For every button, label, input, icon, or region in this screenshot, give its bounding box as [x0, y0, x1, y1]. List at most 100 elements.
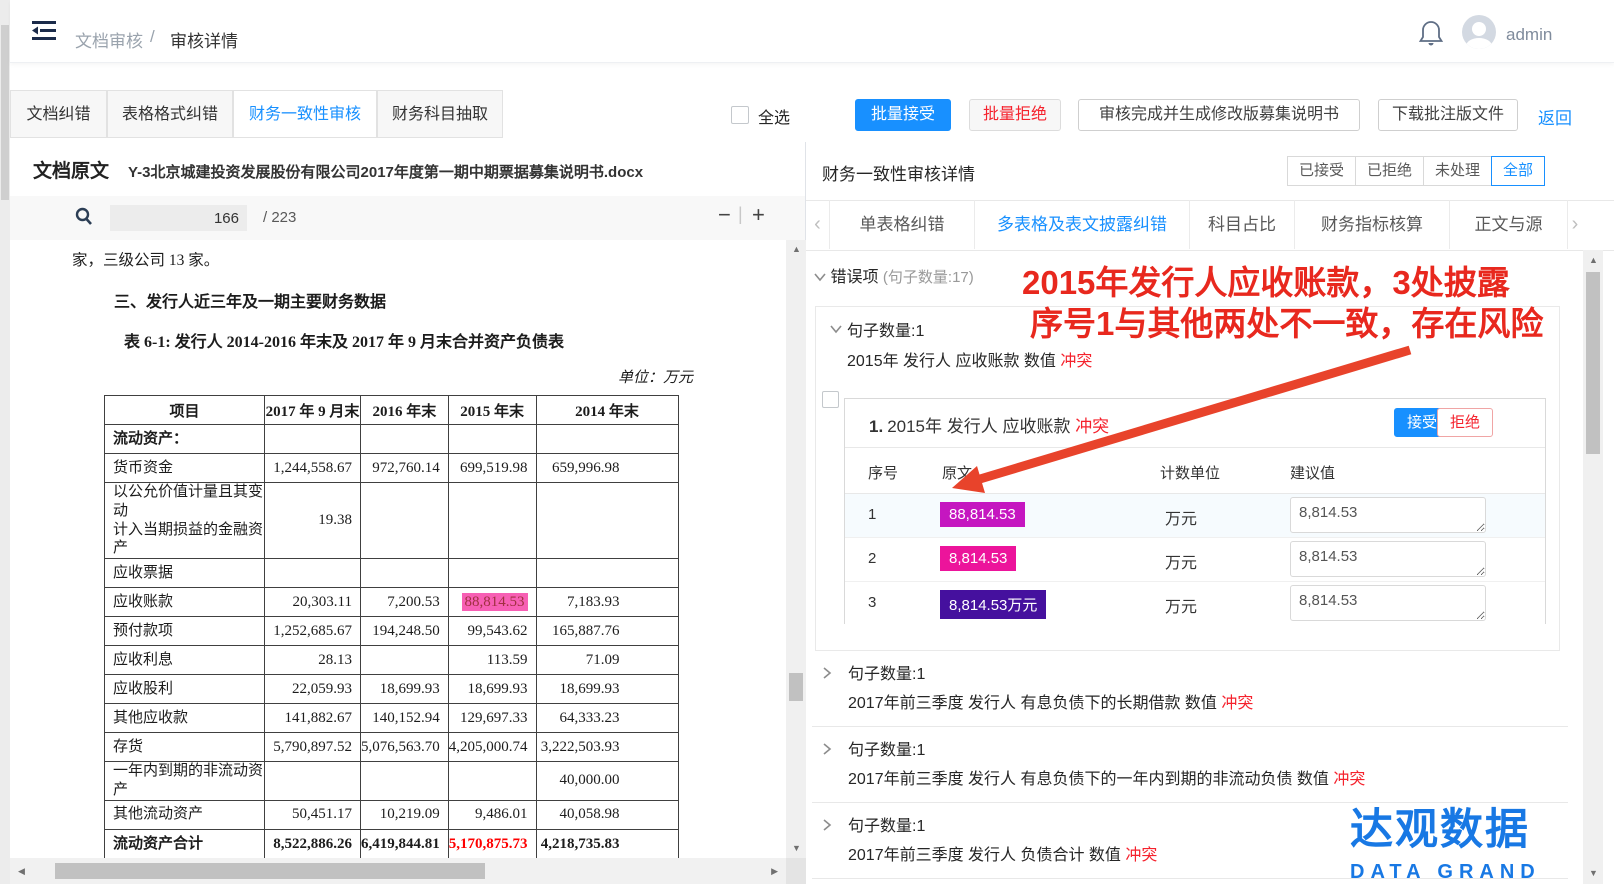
- doc-row-value: 7,183.93: [536, 588, 678, 617]
- suggestion-textarea[interactable]: 8,814.53: [1290, 585, 1486, 621]
- doc-row-value: 50,451.17: [265, 800, 361, 829]
- expanded-error-group: 句子数量:1 2015年 发行人 应收账款 数值 冲突 1.2015年 发行人 …: [815, 306, 1560, 651]
- error-group-row[interactable]: 错误项 (句子数量:17): [814, 263, 974, 287]
- row-seq: 3: [868, 594, 876, 611]
- conflict-detail-card: 1.2015年 发行人 应收账款 冲突 接受 拒绝 序号 原文 计数单位 建议值…: [844, 398, 1546, 624]
- suggestion-textarea[interactable]: 8,814.53: [1290, 497, 1486, 533]
- batch-reject-button[interactable]: 批量拒绝: [969, 99, 1061, 131]
- scroll-right-icon[interactable]: ▶: [771, 867, 778, 876]
- chevron-down-icon[interactable]: [830, 321, 842, 339]
- doc-row-value: 3,222,503.93: [536, 733, 678, 762]
- doc-row-value: 40,058.98: [536, 800, 678, 829]
- tabs-next-icon[interactable]: ›: [1568, 200, 1582, 249]
- doc-row-value: [536, 483, 678, 559]
- document-scrollbar-thumb[interactable]: [789, 673, 803, 701]
- scroll-down-icon[interactable]: ▼: [1589, 869, 1598, 878]
- filter-button-3[interactable]: 全部: [1491, 156, 1545, 186]
- chevron-right-icon[interactable]: [822, 666, 832, 684]
- collapsed-error-item-0[interactable]: 句子数量:12017年前三季度 发行人 有息负债下的长期借款 数值 冲突: [812, 651, 1568, 727]
- module-tab-0[interactable]: 文档纠错: [10, 90, 107, 138]
- zoom-divider: |: [738, 204, 743, 225]
- doc-row-label: 流动资产：: [105, 425, 265, 454]
- doc-table-row: 流动资产：: [105, 425, 679, 454]
- user-avatar[interactable]: [1462, 15, 1496, 49]
- collapsed-error-item-1[interactable]: 句子数量:12017年前三季度 发行人 有息负债下的一年内到期的非流动负债 数值…: [812, 727, 1568, 803]
- sentence-count-label[interactable]: 句子数量:1: [847, 317, 924, 341]
- review-tab-bar: ‹单表格纠错多表格及表文披露纠错科目占比财务指标核算正文与源›: [806, 200, 1614, 251]
- review-tab-0[interactable]: 单表格纠错: [830, 200, 975, 249]
- doc-row-value: 5,076,563.70: [361, 733, 449, 762]
- scrollbar-corner: [786, 858, 806, 884]
- balance-sheet-table: 项目2017 年 9 月末2016 年末2015 年末2014 年末流动资产：货…: [104, 395, 679, 858]
- module-tab-2[interactable]: 财务一致性审核: [233, 90, 377, 138]
- doc-row-value: 165,887.76: [536, 617, 678, 646]
- filter-button-0[interactable]: 已接受: [1287, 156, 1356, 186]
- doc-row-label: 以公允价值计量且其变动 计入当期损益的金融资产: [105, 483, 265, 559]
- collapse-menu-icon[interactable]: [30, 20, 58, 42]
- review-panel: 财务一致性审核详情 已接受已拒绝未处理全部 ‹单表格纠错多表格及表文披露纠错科目…: [806, 142, 1614, 884]
- review-tab-4[interactable]: 正文与源: [1450, 200, 1568, 249]
- original-value-chip[interactable]: 8,814.53万元: [940, 590, 1046, 619]
- user-name[interactable]: admin: [1506, 25, 1552, 45]
- document-hscrollbar-thumb[interactable]: [55, 863, 485, 879]
- sentence-count-label: 句子数量:1: [848, 660, 925, 684]
- error-group-label: 错误项: [830, 269, 878, 286]
- chevron-right-icon[interactable]: [822, 818, 832, 836]
- zoom-out-button[interactable]: −: [718, 202, 731, 228]
- filter-button-1[interactable]: 已拒绝: [1355, 156, 1424, 186]
- doc-row-value: 8,522,886.26: [265, 829, 361, 858]
- page-total-label: / 223: [263, 209, 296, 226]
- doc-row-label: 应收利息: [105, 646, 265, 675]
- original-value-chip[interactable]: 88,814.53: [940, 502, 1025, 527]
- scroll-down-icon[interactable]: ▼: [792, 844, 801, 853]
- document-vertical-scrollbar[interactable]: ▲ ▼: [786, 240, 806, 858]
- select-all-checkbox[interactable]: [731, 106, 749, 124]
- error-item-checkbox[interactable]: [822, 391, 839, 408]
- reject-button[interactable]: 拒绝: [1437, 408, 1493, 437]
- download-annotated-button[interactable]: 下载批注版文件: [1378, 99, 1518, 131]
- doc-row-value: 659,996.98: [536, 454, 678, 483]
- doc-row-value: [361, 425, 449, 454]
- breadcrumb-parent[interactable]: 文档审核: [75, 27, 143, 52]
- scroll-left-icon[interactable]: ◀: [18, 867, 25, 876]
- scroll-up-icon[interactable]: ▲: [792, 245, 801, 254]
- left-edge-scrollbar-thumb[interactable]: [1, 25, 9, 200]
- doc-row-value: [448, 483, 536, 559]
- batch-accept-button[interactable]: 批量接受: [855, 99, 951, 131]
- conflict-row-2: 28,814.53万元8,814.53: [845, 538, 1545, 582]
- review-tab-2[interactable]: 科目占比: [1190, 200, 1295, 249]
- highlighted-conflict-value[interactable]: 88,814.53: [462, 593, 528, 611]
- left-edge-scrollbar[interactable]: [0, 0, 10, 884]
- unit-label: 万元: [1165, 505, 1197, 529]
- doc-table-row: 应收股利22,059.9318,699.9318,699.9318,699.93: [105, 675, 679, 704]
- document-page[interactable]: 家，三级公司 13 家。 三、发行人近三年及一期主要财务数据 表 6-1: 发行…: [10, 240, 786, 858]
- search-icon[interactable]: [74, 206, 94, 233]
- page-number-input[interactable]: [110, 205, 247, 231]
- doc-row-value: 71.09: [536, 646, 678, 675]
- review-tab-1[interactable]: 多表格及表文披露纠错: [975, 200, 1190, 249]
- module-tab-3[interactable]: 财务科目抽取: [377, 90, 503, 138]
- chevron-right-icon[interactable]: [822, 742, 832, 760]
- doc-row-value: [448, 425, 536, 454]
- zoom-in-button[interactable]: +: [752, 202, 765, 228]
- filter-button-2[interactable]: 未处理: [1423, 156, 1492, 186]
- notification-bell-icon[interactable]: [1418, 19, 1444, 47]
- review-scrollbar-thumb[interactable]: [1586, 272, 1600, 454]
- unit-label: 万元: [1165, 593, 1197, 617]
- scroll-up-icon[interactable]: ▲: [1589, 256, 1598, 265]
- tabs-prev-icon[interactable]: ‹: [806, 200, 830, 249]
- review-vertical-scrollbar[interactable]: ▲ ▼: [1583, 250, 1603, 884]
- select-all-label[interactable]: 全选: [758, 104, 790, 128]
- document-horizontal-scrollbar[interactable]: ◀ ▶: [10, 858, 786, 884]
- doc-row-value: [361, 762, 449, 801]
- row-seq: 2: [868, 550, 876, 567]
- finish-generate-button[interactable]: 审核完成并生成修改版募集说明书: [1078, 99, 1360, 131]
- suggestion-textarea[interactable]: 8,814.53: [1290, 541, 1486, 577]
- review-tab-3[interactable]: 财务指标核算: [1295, 200, 1450, 249]
- original-value-chip[interactable]: 8,814.53: [940, 546, 1016, 571]
- back-link[interactable]: 返回: [1538, 104, 1572, 129]
- doc-row-label: 流动资产合计: [105, 829, 265, 858]
- review-list: 错误项 (句子数量:17) 句子数量:1 2015年 发行人 应收账款 数值 冲…: [806, 250, 1583, 884]
- doc-table-row: 存货5,790,897.525,076,563.704,205,000.743,…: [105, 733, 679, 762]
- module-tab-1[interactable]: 表格格式纠错: [107, 90, 233, 138]
